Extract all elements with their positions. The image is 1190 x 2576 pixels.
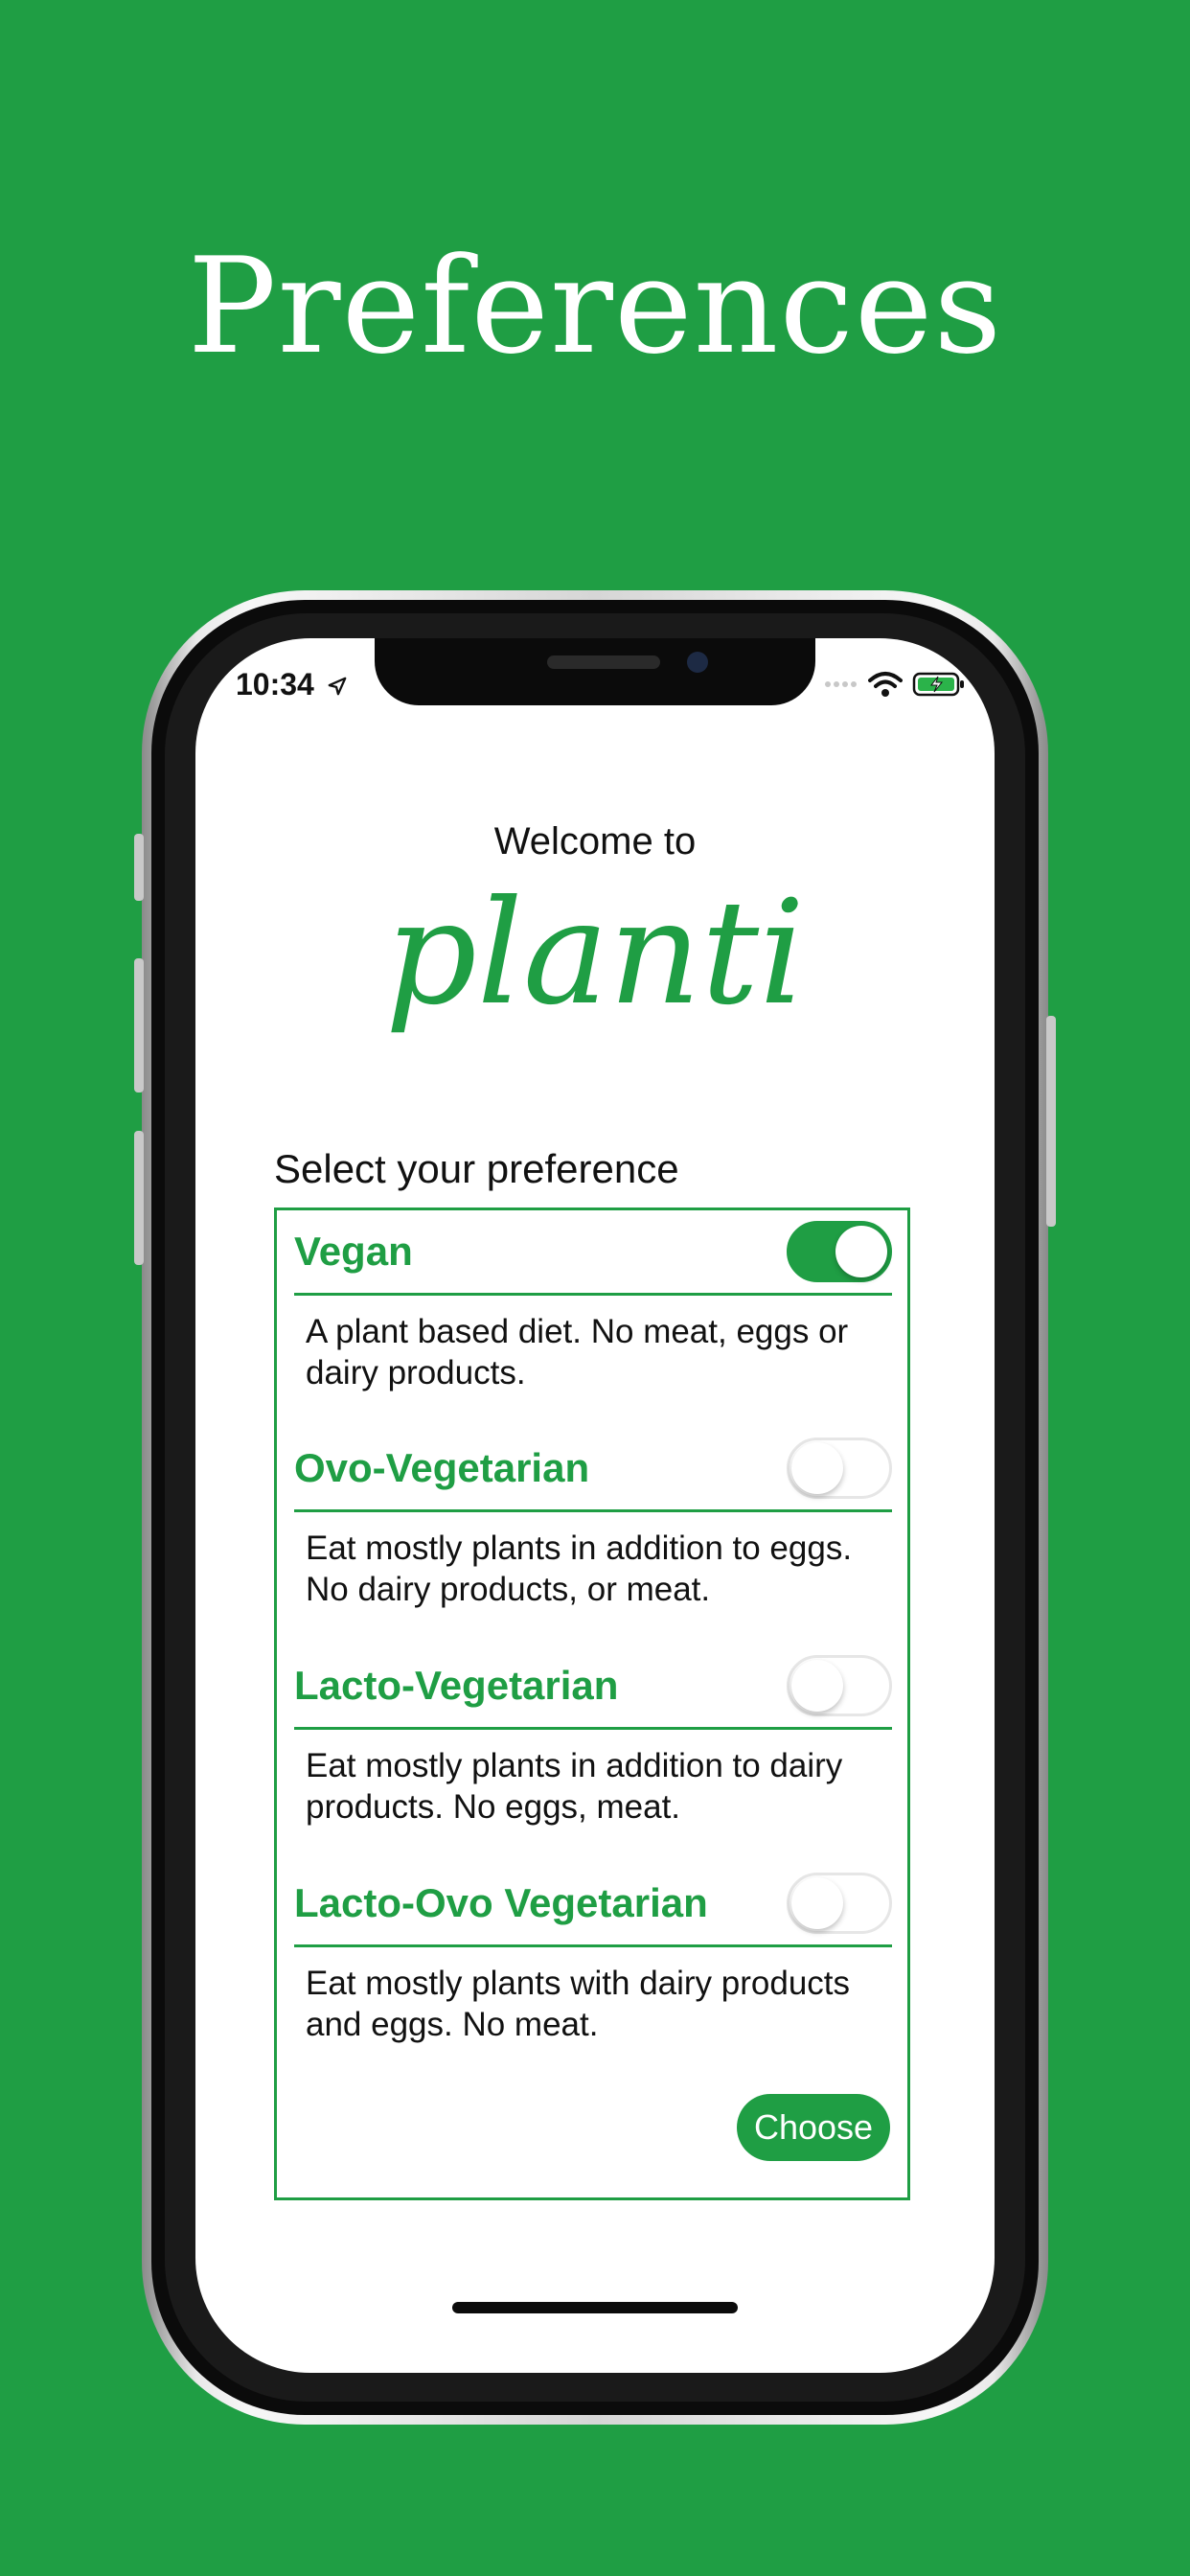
option-header: Lacto-Ovo Vegetarian — [294, 1862, 892, 1947]
status-time-text: 10:34 — [236, 667, 314, 702]
option-description: Eat mostly plants with dairy products an… — [306, 1965, 851, 2043]
status-icons — [824, 667, 966, 702]
option-description: Eat mostly plants in addition to eggs. N… — [306, 1530, 853, 1608]
toggle-knob — [835, 1226, 887, 1277]
notch — [375, 638, 815, 705]
ovo-vegetarian-toggle[interactable] — [787, 1438, 892, 1499]
option-header: Ovo-Vegetarian — [294, 1427, 892, 1512]
option-title: Lacto-Ovo Vegetarian — [294, 1880, 708, 1925]
option-description: Eat mostly plants in addition to dairy p… — [306, 1747, 843, 1826]
option-lacto-ovo-vegetarian: Lacto-Ovo Vegetarian Eat mostly plants w… — [294, 1862, 892, 2045]
signal-dots-icon — [825, 681, 857, 687]
home-indicator[interactable] — [452, 2302, 738, 2313]
phone-silent-switch — [134, 834, 144, 901]
option-title: Vegan — [294, 1229, 413, 1274]
location-arrow-icon — [328, 677, 347, 696]
battery-charging-icon — [912, 672, 964, 697]
option-ovo-vegetarian: Ovo-Vegetarian Eat mostly plants in addi… — [294, 1427, 892, 1610]
status-time: 10:34 — [236, 667, 348, 702]
option-lacto-vegetarian: Lacto-Vegetarian Eat mostly plants in ad… — [294, 1644, 892, 1828]
option-title: Lacto-Vegetarian — [294, 1663, 619, 1708]
page-headline: Preferences — [187, 229, 1003, 383]
lacto-ovo-vegetarian-toggle[interactable] — [787, 1873, 892, 1934]
toggle-knob — [791, 1442, 843, 1494]
welcome-text: Welcome to — [493, 820, 697, 862]
phone-screen: 10:34 Welcome to planti Select your pref… — [195, 638, 995, 2373]
toggle-knob — [791, 1877, 843, 1929]
lacto-vegetarian-toggle[interactable] — [787, 1655, 892, 1716]
option-header: Vegan — [294, 1210, 892, 1296]
logo-text: planti — [385, 878, 805, 1037]
vegan-toggle[interactable] — [787, 1221, 892, 1282]
phone-power-button — [1046, 1016, 1056, 1227]
option-header: Lacto-Vegetarian — [294, 1644, 892, 1730]
wifi-icon — [868, 672, 903, 697]
speaker — [547, 656, 660, 669]
choose-button[interactable]: Choose — [737, 2094, 890, 2161]
phone-volume-down — [134, 1131, 144, 1265]
select-preference-label: Select your preference — [274, 1146, 679, 1191]
option-title: Ovo-Vegetarian — [294, 1445, 590, 1490]
toggle-knob — [791, 1660, 843, 1712]
preference-box: Vegan A plant based diet. No meat, eggs … — [274, 1208, 910, 2200]
option-description: A plant based diet. No meat, eggs or dai… — [306, 1313, 849, 1392]
planti-logo: planti — [385, 878, 805, 1037]
phone-volume-up — [134, 958, 144, 1092]
option-vegan: Vegan A plant based diet. No meat, eggs … — [294, 1210, 892, 1393]
camera — [687, 652, 708, 673]
